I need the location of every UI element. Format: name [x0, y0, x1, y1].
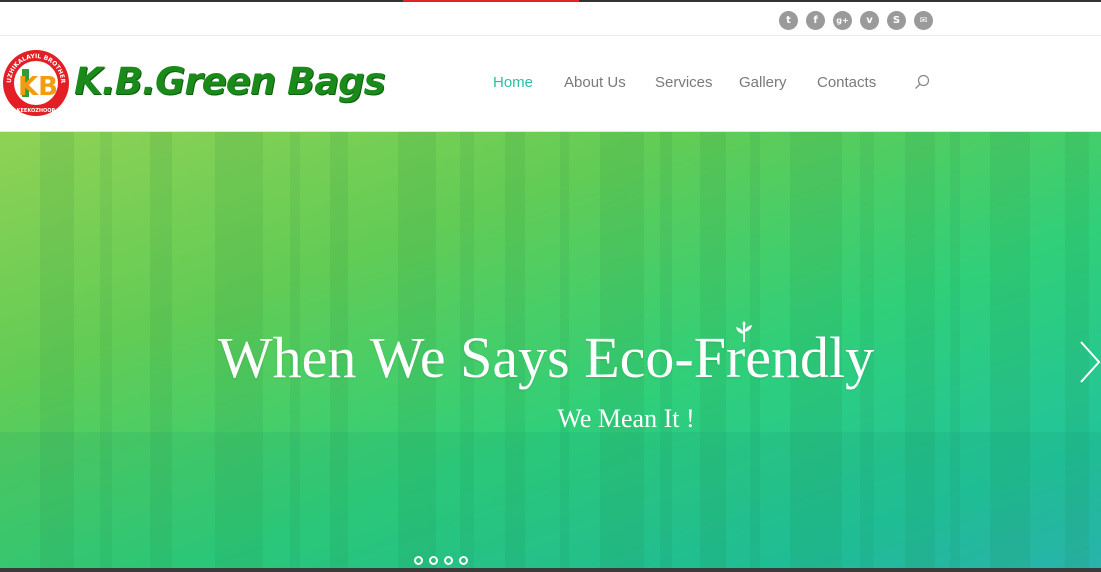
slider-dot[interactable] — [414, 556, 423, 565]
email-icon[interactable]: ✉ — [914, 11, 933, 30]
facebook-icon[interactable]: f — [806, 11, 825, 30]
next-slide-arrow-icon[interactable] — [1079, 340, 1101, 384]
nav-services[interactable]: Services — [655, 74, 713, 91]
slider-pagination — [414, 556, 468, 565]
nav-contacts[interactable]: Contacts — [817, 74, 876, 91]
social-links: t f g+ v S ✉ — [779, 11, 933, 30]
slider-dot[interactable] — [459, 556, 468, 565]
google-plus-icon[interactable]: g+ — [833, 11, 852, 30]
brand-name[interactable]: K.B.Green Bags — [74, 60, 386, 103]
slider-dot[interactable] — [444, 556, 453, 565]
top-accent-line — [403, 0, 579, 2]
bottom-bar — [0, 568, 1101, 572]
skype-icon[interactable]: S — [887, 11, 906, 30]
hero-title: When We Says Eco-Frendly — [217, 325, 875, 390]
hero-subtitle: We Mean It ! — [557, 404, 695, 433]
vimeo-icon[interactable]: v — [860, 11, 879, 30]
search-icon[interactable] — [914, 74, 930, 90]
logo-emblem[interactable]: KUZHIKALAYIL BROTHERS KEEKOZHOOR KB — [2, 49, 70, 117]
nav-about-us[interactable]: About Us — [564, 74, 626, 91]
twitter-icon[interactable]: t — [779, 11, 798, 30]
svg-text:KB: KB — [18, 72, 58, 102]
slider-dot[interactable] — [429, 556, 438, 565]
top-bar: t f g+ v S ✉ — [0, 0, 1101, 36]
nav-gallery[interactable]: Gallery — [739, 74, 787, 91]
nav-home[interactable]: Home — [493, 74, 533, 91]
site-header: KUZHIKALAYIL BROTHERS KEEKOZHOOR KB K.B.… — [0, 36, 1101, 132]
hero-slider: When We Says Eco-Frendly We Mean It ! — [0, 132, 1101, 568]
leaf-icon — [736, 321, 752, 342]
svg-text:KEEKOZHOOR: KEEKOZHOOR — [17, 108, 56, 114]
